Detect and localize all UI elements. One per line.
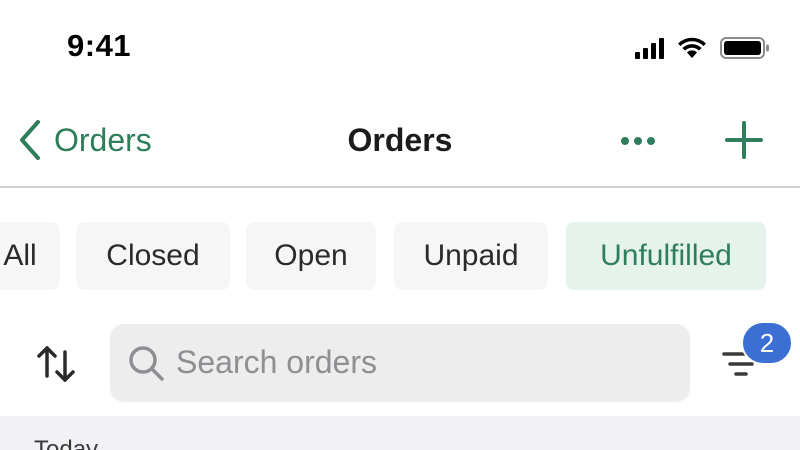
plus-icon [725, 121, 763, 159]
status-time: 9:41 [67, 28, 132, 63]
tab-closed[interactable]: Closed [76, 222, 230, 290]
wifi-icon [678, 37, 706, 58]
tab-unpaid[interactable]: Unpaid [394, 222, 548, 290]
sort-arrows-icon [37, 346, 75, 382]
more-button[interactable] [616, 126, 660, 156]
filter-count-badge: 2 [741, 321, 793, 365]
section-header: Today [0, 416, 800, 450]
tab-open[interactable]: Open [246, 222, 376, 290]
search-field[interactable]: Search orders [110, 324, 690, 402]
more-icon-dot [634, 137, 642, 145]
search-icon [129, 346, 164, 381]
page-title: Orders [347, 122, 453, 158]
add-order-button[interactable] [722, 118, 766, 162]
sort-button[interactable] [34, 342, 78, 386]
battery-icon [720, 37, 769, 59]
search-placeholder: Search orders [176, 344, 377, 380]
section-label-today: Today [34, 436, 99, 450]
tab-unfulfilled[interactable]: Unfulfilled [566, 222, 766, 290]
navigation-bar: Orders Orders [0, 96, 800, 188]
tab-all[interactable]: All [0, 222, 60, 290]
more-icon-dot [621, 137, 629, 145]
more-icon-dot [647, 137, 655, 145]
status-bar: 9:41 [0, 0, 800, 96]
filter-tabs: All Closed Open Unpaid Unfulfilled [0, 222, 800, 290]
status-icons [635, 36, 770, 60]
cellular-signal-icon [635, 37, 664, 59]
